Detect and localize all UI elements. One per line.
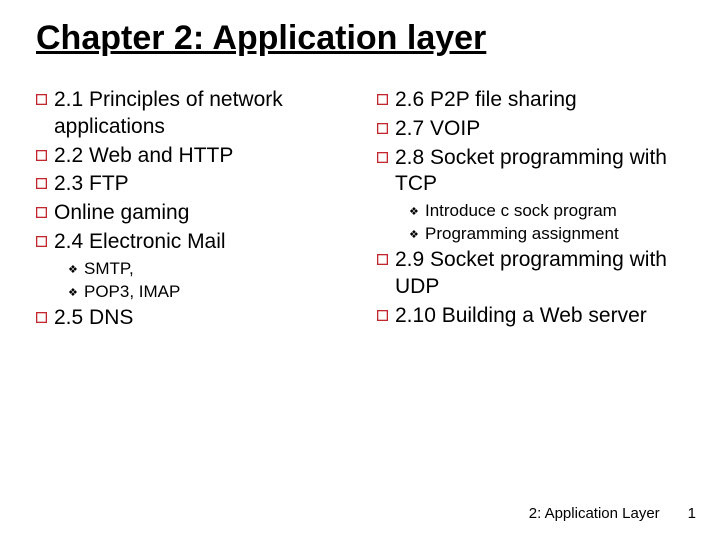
list-item-text: 2.4 Electronic Mail	[54, 229, 349, 256]
square-bullet-icon	[36, 312, 54, 323]
list-item-text: 2.1 Principles of network applications	[54, 87, 349, 141]
square-bullet-icon	[377, 310, 395, 321]
list-item: 2.3 FTP	[36, 171, 349, 198]
sub-list-item-text: POP3, IMAP	[84, 281, 349, 303]
left-column: 2.1 Principles of network applications2.…	[36, 85, 349, 334]
list-item: 2.2 Web and HTTP	[36, 143, 349, 170]
square-bullet-icon	[36, 236, 54, 247]
diamond-bullet-icon: ❖	[68, 263, 84, 277]
sub-list-item: ❖Introduce c sock program	[409, 200, 690, 222]
list-item-text: 2.8 Socket programming with TCP	[395, 145, 690, 199]
list-item-text: 2.7 VOIP	[395, 116, 690, 143]
footer-label: 2: Application Layer	[529, 505, 660, 522]
list-item-text: 2.5 DNS	[54, 305, 349, 332]
square-bullet-icon	[377, 254, 395, 265]
list-item-text: 2.2 Web and HTTP	[54, 143, 349, 170]
list-item-text: Online gaming	[54, 200, 349, 227]
right-column: 2.6 P2P file sharing2.7 VOIP2.8 Socket p…	[377, 85, 690, 334]
square-bullet-icon	[377, 94, 395, 105]
list-item-text: 2.9 Socket programming with UDP	[395, 247, 690, 301]
slide-footer: 2: Application Layer 1	[529, 505, 696, 522]
list-item: 2.8 Socket programming with TCP	[377, 145, 690, 199]
list-item: 2.7 VOIP	[377, 116, 690, 143]
list-item-text: 2.6 P2P file sharing	[395, 87, 690, 114]
square-bullet-icon	[36, 178, 54, 189]
sub-list-item-text: SMTP,	[84, 258, 349, 280]
diamond-bullet-icon: ❖	[409, 228, 425, 242]
list-item-text: 2.10 Building a Web server	[395, 303, 690, 330]
square-bullet-icon	[36, 150, 54, 161]
content-columns: 2.1 Principles of network applications2.…	[36, 85, 690, 334]
list-item: 2.4 Electronic Mail	[36, 229, 349, 256]
square-bullet-icon	[36, 207, 54, 218]
diamond-bullet-icon: ❖	[68, 286, 84, 300]
list-item: 2.10 Building a Web server	[377, 303, 690, 330]
square-bullet-icon	[377, 152, 395, 163]
diamond-bullet-icon: ❖	[409, 205, 425, 219]
sub-list-item: ❖Programming assignment	[409, 223, 690, 245]
list-item: 2.6 P2P file sharing	[377, 87, 690, 114]
slide: Chapter 2: Application layer 2.1 Princip…	[0, 0, 720, 540]
sub-list-item-text: Programming assignment	[425, 223, 690, 245]
list-item: 2.5 DNS	[36, 305, 349, 332]
square-bullet-icon	[377, 123, 395, 134]
square-bullet-icon	[36, 94, 54, 105]
list-item: 2.1 Principles of network applications	[36, 87, 349, 141]
list-item: Online gaming	[36, 200, 349, 227]
sub-list-item: ❖POP3, IMAP	[68, 281, 349, 303]
sub-list-item-text: Introduce c sock program	[425, 200, 690, 222]
list-item-text: 2.3 FTP	[54, 171, 349, 198]
sub-list-item: ❖SMTP,	[68, 258, 349, 280]
list-item: 2.9 Socket programming with UDP	[377, 247, 690, 301]
slide-title: Chapter 2: Application layer	[36, 18, 690, 59]
footer-page-number: 1	[688, 505, 696, 522]
